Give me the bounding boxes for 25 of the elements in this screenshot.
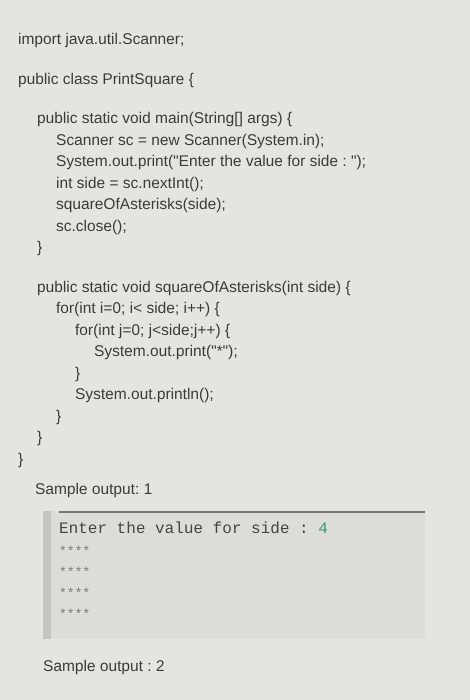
code-line: } [75, 364, 82, 384]
code-line: public class PrintSquare { [18, 70, 195, 90]
console-prompt: Enter the value for side : 4 [59, 519, 329, 540]
console-output-line: **** [59, 543, 92, 562]
code-line: } [37, 238, 44, 258]
code-line: } [18, 450, 24, 470]
console-output-line: **** [59, 585, 92, 604]
code-line: for(int i=0; i< side; i++) { [56, 299, 221, 319]
console-output-line: **** [59, 606, 92, 624]
code-line: } [37, 428, 44, 448]
code-line: public static void squareOfAsterisks(int side) { [37, 278, 352, 298]
sample-label: Sample output : 2 [43, 657, 166, 678]
code-line: int side = sc.nextInt(); [56, 174, 205, 194]
code-line: public static void main(String[] args) { [37, 109, 293, 129]
code-line: } [56, 406, 62, 426]
code-line: Scanner sc = new Scanner(System.in); [56, 130, 326, 150]
code-line: sc.close(); [56, 216, 128, 236]
code-line: System.out.print("Enter the value for side : "); [56, 152, 367, 172]
console-output-line: **** [59, 564, 92, 582]
code-line: System.out.println(); [75, 385, 215, 405]
code-line: System.out.print("*"); [94, 342, 239, 362]
sample-label: Sample output: 1 [35, 480, 154, 500]
code-line: squareOfAsterisks(side); [56, 195, 227, 215]
code-line: for(int j=0; j<side;j++) { [75, 320, 232, 340]
code-line: import java.util.Scanner; [18, 30, 186, 50]
